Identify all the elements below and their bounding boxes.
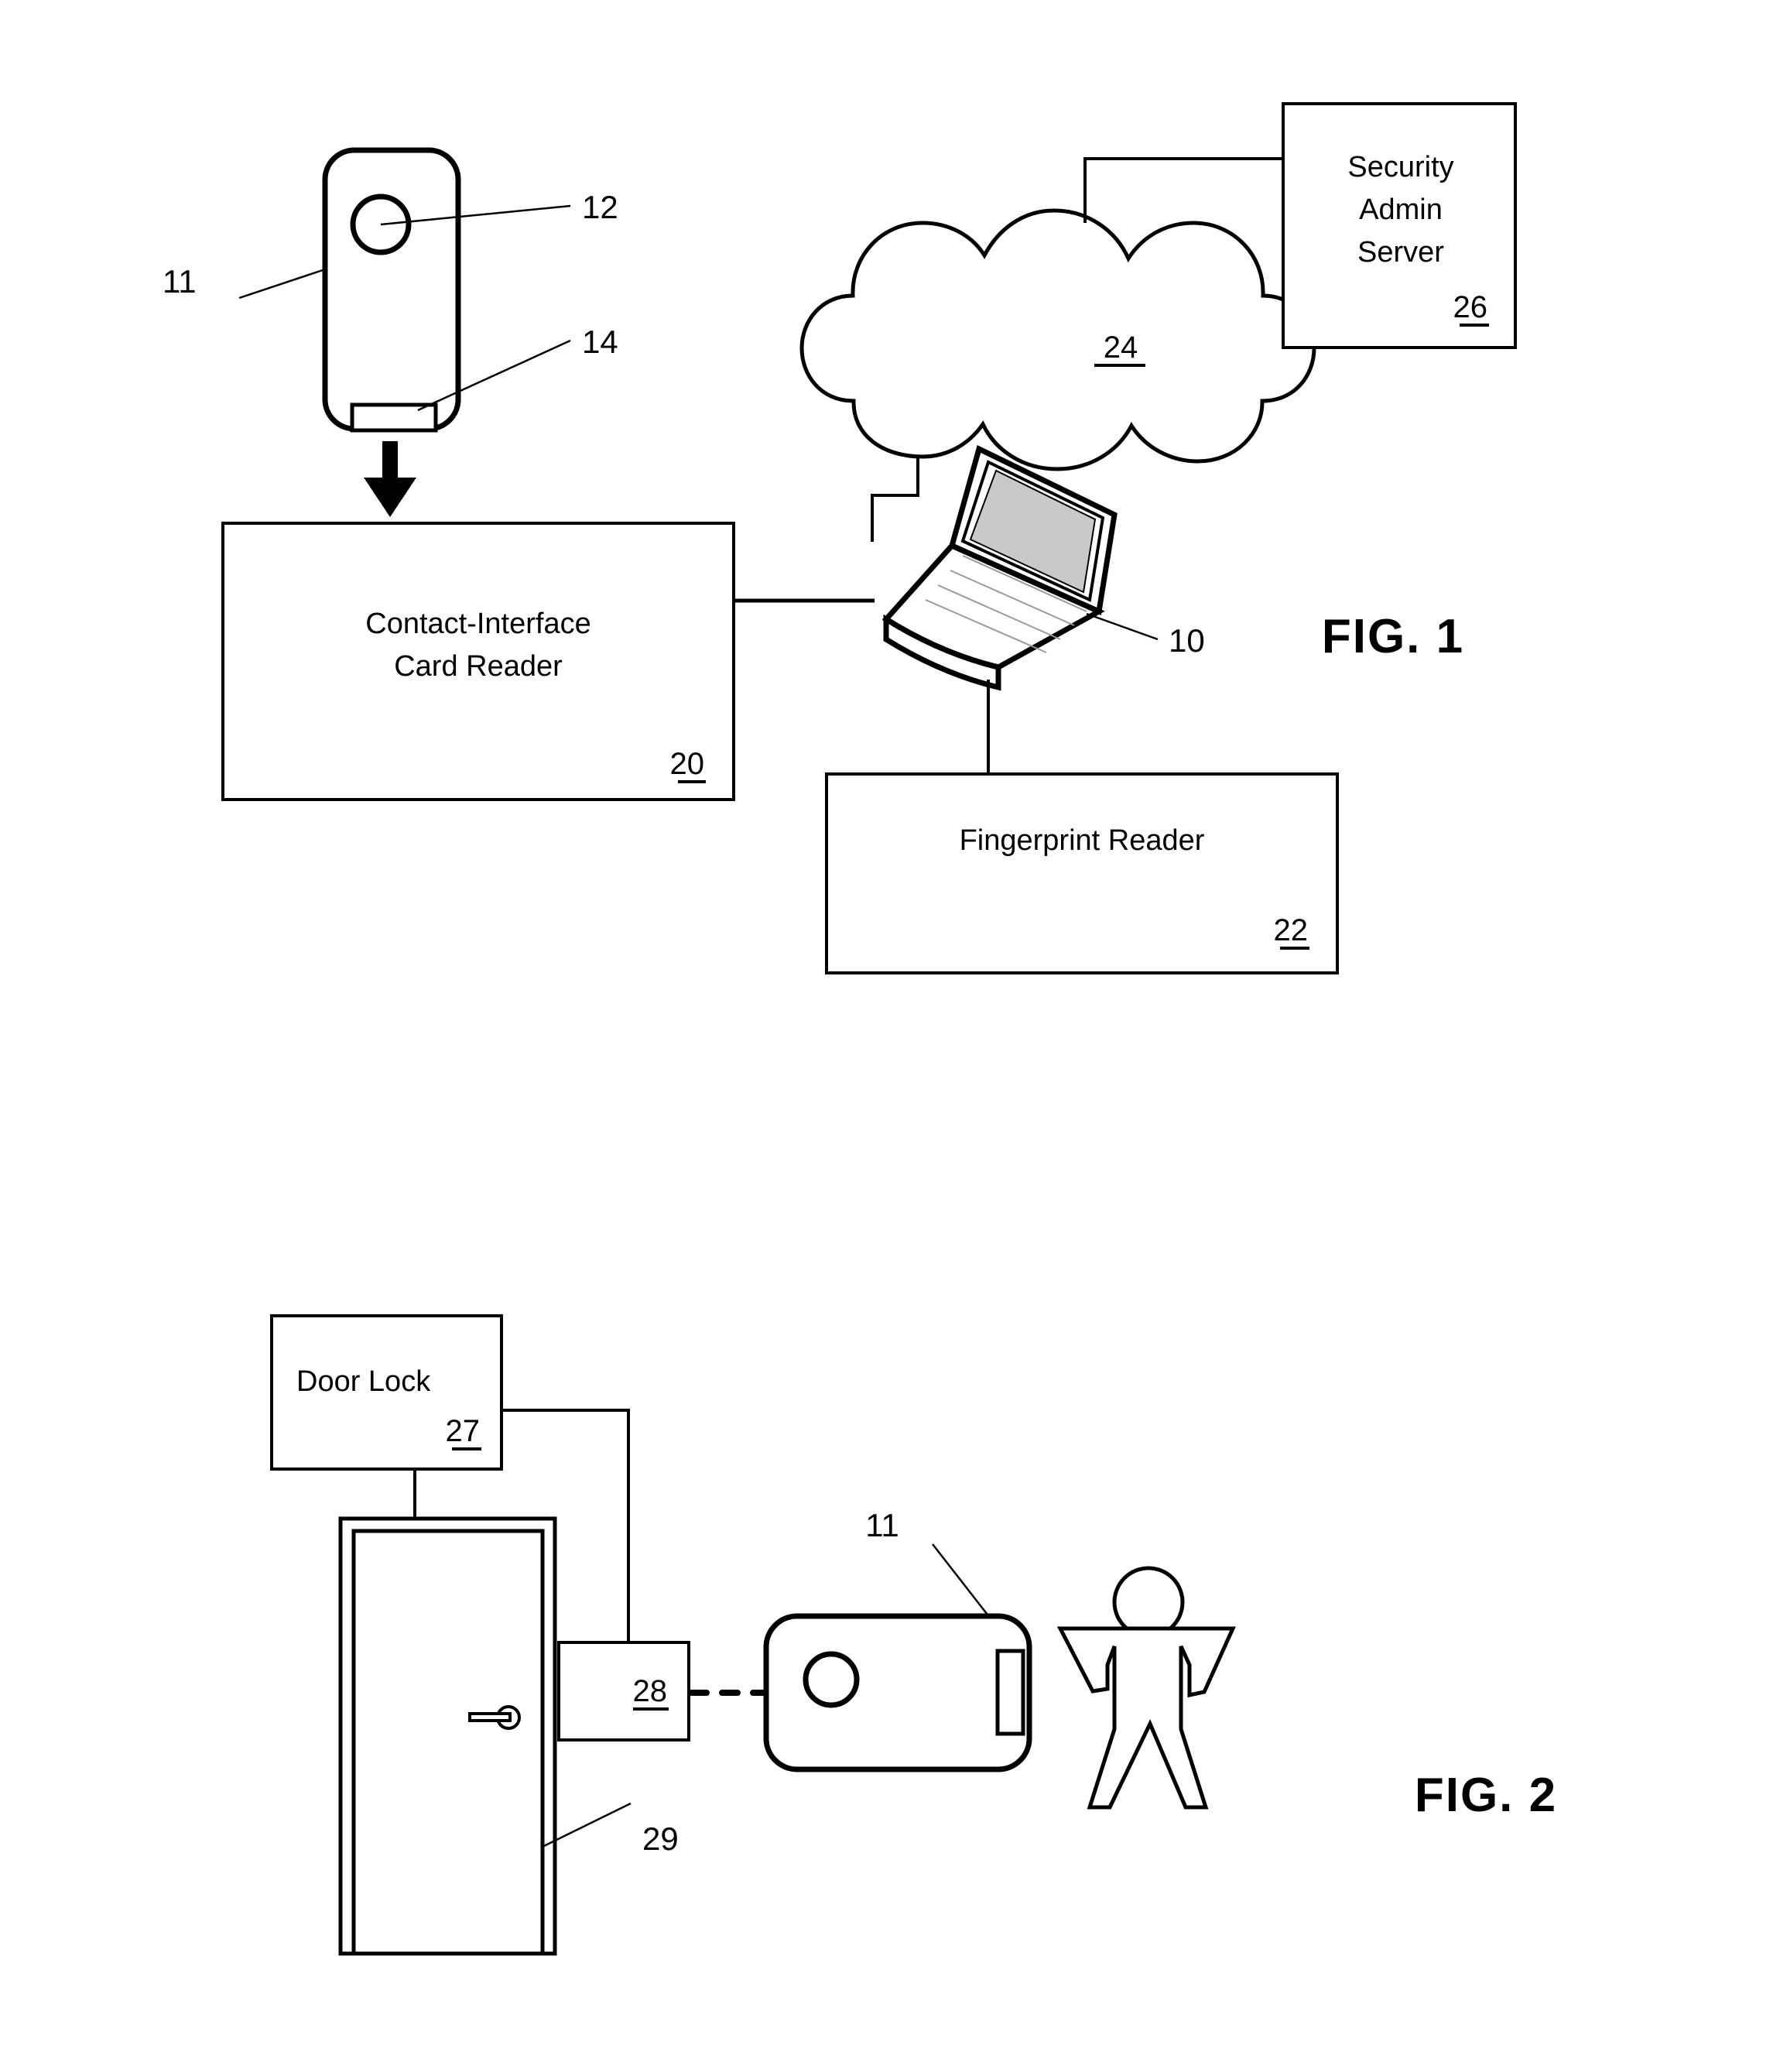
server-label-line2: Admin bbox=[1359, 194, 1443, 226]
ref-label-11-fig2: 11 bbox=[865, 1507, 899, 1543]
ref-label-11: 11 bbox=[163, 263, 197, 300]
ref-label-22: 22 bbox=[1274, 913, 1309, 947]
door-handle-lever bbox=[468, 1712, 512, 1722]
laptop-computer-icon[interactable]: 10 bbox=[881, 445, 1205, 691]
leader-line-11-fig2 bbox=[932, 1543, 991, 1618]
contact-interface-card-reader-box[interactable]: Contact-Interface Card Reader 20 bbox=[221, 522, 735, 801]
door-assembly bbox=[338, 1516, 557, 1956]
network-cloud: 24 bbox=[799, 208, 1316, 471]
ref-label-12: 12 bbox=[582, 189, 618, 225]
leader-line-11 bbox=[238, 268, 326, 300]
person-body bbox=[1056, 1626, 1236, 1810]
figure-2-title: FIG. 2 bbox=[1415, 1769, 1557, 1822]
link-cloud-server bbox=[1083, 157, 1283, 223]
ref-label-27: 27 bbox=[446, 1414, 481, 1448]
wall-card-reader-box[interactable]: 28 bbox=[557, 1641, 690, 1742]
ref-label-10: 10 bbox=[1169, 622, 1205, 659]
ref-label-29: 29 bbox=[642, 1820, 679, 1857]
card-reader-label-line1: Contact-Interface bbox=[365, 608, 590, 640]
door-panel-rect bbox=[351, 1529, 545, 1956]
card-contact-strip-fig2 bbox=[995, 1649, 1025, 1736]
server-label-line3: Server bbox=[1357, 236, 1444, 269]
leader-line-10 bbox=[1086, 612, 1159, 641]
figure-2-group: Door Lock 27 29 28 11 FIG. 2 bbox=[270, 1314, 1557, 1956]
door-lock-box[interactable]: Door Lock 27 bbox=[270, 1314, 503, 1471]
figure-1-group: 11 12 14 Contact-Interface Card Reader 2… bbox=[163, 102, 1517, 974]
door-lock-label: Door Lock bbox=[296, 1365, 431, 1398]
card-fingerprint-sensor-circle-fig2 bbox=[803, 1651, 860, 1708]
server-label-line1: Security bbox=[1347, 151, 1453, 183]
ref-label-28: 28 bbox=[633, 1674, 668, 1708]
card-insertion-arrow bbox=[364, 441, 416, 517]
fingerprint-reader-box[interactable]: Fingerprint Reader 22 bbox=[825, 772, 1339, 974]
wall-reader-rect bbox=[557, 1641, 690, 1742]
ref-label-20: 20 bbox=[670, 747, 705, 781]
leader-line-29 bbox=[543, 1802, 632, 1848]
smart-card-device-fig1[interactable] bbox=[322, 147, 461, 433]
fingerprint-reader-label: Fingerprint Reader bbox=[960, 824, 1205, 857]
ref-label-14: 14 bbox=[582, 324, 618, 360]
smart-card-device-fig2[interactable] bbox=[763, 1613, 1032, 1772]
card-reader-label-line2: Card Reader bbox=[394, 650, 563, 683]
person-head bbox=[1112, 1566, 1185, 1639]
figures-svg-canvas: 11 12 14 Contact-Interface Card Reader 2… bbox=[163, 102, 1557, 1956]
security-admin-server-box[interactable]: Security Admin Server 26 bbox=[1282, 102, 1517, 349]
patent-drawing-sheet: 11 12 14 Contact-Interface Card Reader 2… bbox=[0, 0, 1780, 2072]
fingerprint-reader-rect bbox=[825, 772, 1339, 974]
card-body-outline bbox=[322, 147, 461, 432]
figure-1-title: FIG. 1 bbox=[1322, 610, 1464, 663]
card-body-outline-fig2 bbox=[763, 1613, 1032, 1772]
ref-label-24: 24 bbox=[1104, 330, 1138, 365]
person-figure bbox=[1056, 1566, 1236, 1810]
ref-label-26: 26 bbox=[1453, 290, 1488, 324]
link-cloud-laptop bbox=[871, 457, 919, 542]
